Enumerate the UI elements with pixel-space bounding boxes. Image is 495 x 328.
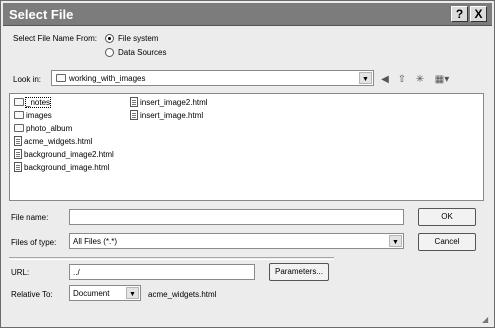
folder-icon bbox=[14, 98, 24, 106]
look-in-value: working_with_images bbox=[69, 74, 146, 83]
url-label: URL: bbox=[11, 268, 30, 277]
list-item[interactable]: insert_image.html bbox=[130, 110, 203, 121]
list-item[interactable]: background_image2.html bbox=[14, 149, 114, 160]
list-item[interactable]: images bbox=[14, 110, 52, 121]
cancel-button[interactable]: Cancel bbox=[418, 233, 476, 251]
look-in-label: Look in: bbox=[13, 75, 42, 84]
divider bbox=[9, 257, 334, 260]
list-item[interactable]: acme_widgets.html bbox=[14, 136, 92, 147]
list-item[interactable]: photo_album bbox=[14, 123, 72, 134]
list-item[interactable]: insert_image2.html bbox=[130, 97, 208, 108]
look-in-select[interactable]: working_with_images ▼ bbox=[51, 70, 374, 86]
ok-button[interactable]: OK bbox=[418, 208, 476, 226]
new-folder-icon[interactable]: ✳ bbox=[414, 74, 426, 86]
file-name-label: File name: bbox=[11, 213, 49, 222]
relative-to-select[interactable]: Document ▼ bbox=[69, 285, 141, 301]
chevron-down-icon[interactable]: ▼ bbox=[389, 235, 402, 247]
file-system-label[interactable]: File system bbox=[118, 34, 158, 43]
file-list[interactable]: _notes images photo_album acme_widgets.h… bbox=[9, 93, 484, 201]
html-file-icon bbox=[130, 97, 138, 107]
folder-icon bbox=[56, 74, 66, 82]
file-name-input[interactable] bbox=[69, 209, 404, 225]
data-sources-radio[interactable] bbox=[105, 48, 114, 57]
resize-grip-icon[interactable]: ◢ bbox=[482, 315, 488, 324]
folder-icon bbox=[14, 111, 24, 119]
data-sources-label[interactable]: Data Sources bbox=[118, 48, 166, 57]
file-system-radio[interactable] bbox=[105, 34, 114, 43]
chevron-down-icon[interactable]: ▼ bbox=[126, 287, 139, 299]
relative-to-label: Relative To: bbox=[11, 290, 53, 299]
html-file-icon bbox=[14, 136, 22, 146]
chevron-down-icon[interactable]: ▼ bbox=[359, 72, 372, 84]
dialog-title: Select File bbox=[9, 7, 74, 22]
files-of-type-select[interactable]: All Files (*.*) ▼ bbox=[69, 233, 404, 249]
relative-to-file: acme_widgets.html bbox=[148, 290, 217, 299]
html-file-icon bbox=[130, 110, 138, 120]
help-button[interactable]: ? bbox=[451, 6, 468, 22]
list-item[interactable]: background_image.html bbox=[14, 162, 109, 173]
select-file-dialog: Select File ? X Select File Name From: F… bbox=[0, 0, 495, 328]
select-from-label: Select File Name From: bbox=[13, 34, 98, 43]
files-of-type-label: Files of type: bbox=[11, 238, 57, 247]
back-icon[interactable]: ◀ bbox=[379, 74, 391, 86]
close-button[interactable]: X bbox=[470, 6, 487, 22]
title-bar[interactable]: Select File ? X bbox=[3, 3, 492, 26]
parameters-button[interactable]: Parameters... bbox=[269, 263, 329, 281]
html-file-icon bbox=[14, 162, 22, 172]
folder-icon bbox=[14, 124, 24, 132]
view-menu-icon[interactable]: ▦▾ bbox=[432, 74, 452, 86]
url-input[interactable]: ../ bbox=[69, 264, 255, 280]
html-file-icon bbox=[14, 149, 22, 159]
list-item[interactable]: _notes bbox=[14, 97, 52, 108]
up-folder-icon[interactable]: ⇧ bbox=[396, 74, 408, 86]
